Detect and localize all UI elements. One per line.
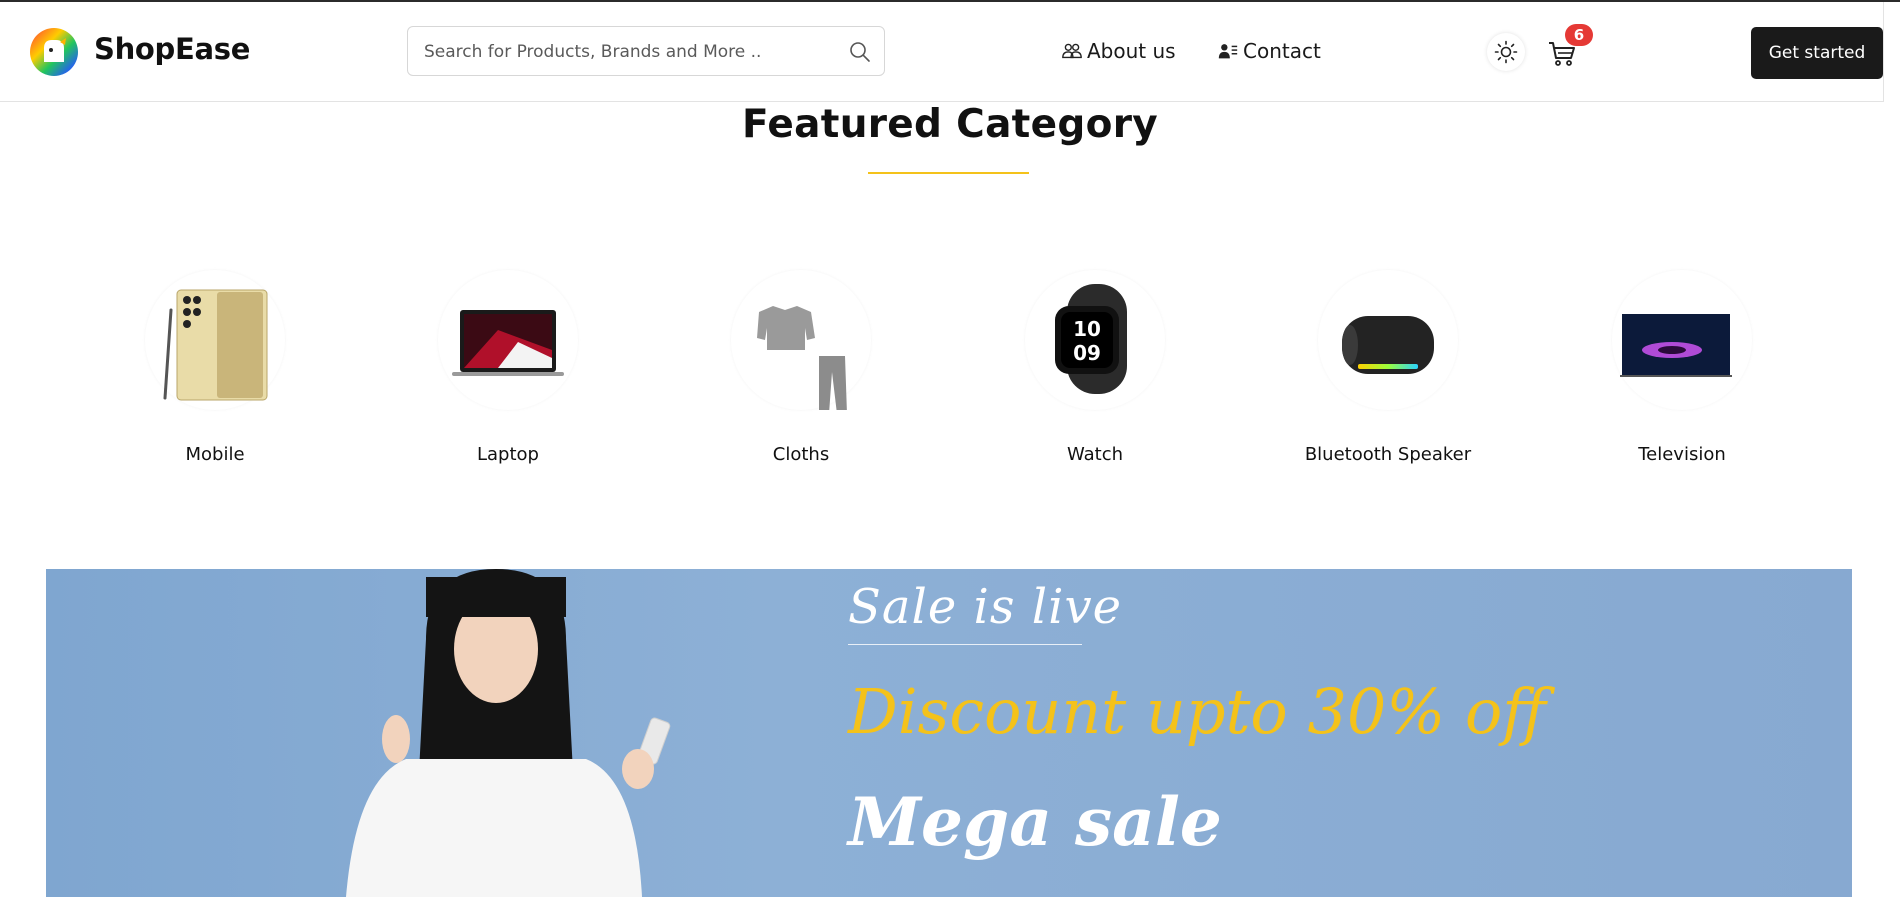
category-image: 10 09	[1025, 270, 1165, 410]
category-television[interactable]: Television	[1582, 270, 1782, 465]
category-image	[1318, 270, 1458, 410]
get-started-button[interactable]: Get started	[1751, 27, 1883, 79]
category-image	[731, 270, 871, 410]
title-underline	[868, 172, 1029, 174]
category-label: Television	[1638, 444, 1726, 465]
banner-model-image	[346, 569, 671, 897]
banner-text-underline	[848, 644, 1082, 645]
section-title: Featured Category	[742, 102, 1158, 147]
cart-count-badge: 6	[1565, 24, 1593, 46]
clothes-icon	[757, 306, 847, 410]
shopease-logo[interactable]	[30, 28, 78, 76]
category-image	[1612, 270, 1752, 410]
smartwatch-icon: 10 09	[1055, 284, 1127, 394]
search-input[interactable]	[422, 37, 826, 67]
smartphone-icon	[163, 289, 268, 401]
category-bluetooth-speaker[interactable]: Bluetooth Speaker	[1288, 270, 1488, 465]
television-icon	[1620, 314, 1732, 377]
promo-banner[interactable]: Sale is live Discount upto 30% off Mega …	[46, 569, 1852, 897]
banner-discount-text: Discount upto 30% off	[848, 675, 1547, 748]
category-watch[interactable]: 10 09 Watch	[995, 270, 1195, 465]
svg-text:09: 09	[1073, 341, 1101, 365]
nav-contact-label: Contact	[1243, 39, 1321, 63]
theme-toggle-button[interactable]	[1487, 33, 1525, 71]
category-mobile[interactable]: Mobile	[115, 270, 315, 465]
category-label: Cloths	[772, 444, 830, 465]
laptop-icon	[452, 310, 564, 376]
search-box[interactable]	[407, 26, 885, 76]
category-label: Mobile	[185, 444, 245, 465]
sun-icon	[1494, 40, 1518, 64]
nav-about-us[interactable]: About us	[1061, 39, 1176, 63]
svg-text:10: 10	[1073, 317, 1101, 341]
nav-contact[interactable]: Contact	[1217, 39, 1321, 63]
contact-card-icon	[1218, 44, 1238, 59]
category-image	[438, 270, 578, 410]
nav-about-label: About us	[1087, 39, 1176, 63]
brand-name[interactable]: ShopEase	[94, 32, 250, 66]
category-label: Laptop	[477, 444, 539, 465]
category-label: Watch	[1066, 444, 1124, 465]
search-icon[interactable]	[848, 40, 872, 64]
category-label: Bluetooth Speaker	[1304, 444, 1472, 465]
speaker-icon	[1342, 316, 1434, 374]
category-laptop[interactable]: Laptop	[408, 270, 608, 465]
users-icon	[1062, 43, 1082, 59]
site-header: ShopEase About us Contact	[0, 2, 1884, 102]
banner-mega-sale: Mega sale	[848, 783, 1222, 861]
banner-sale-is-live: Sale is live	[848, 579, 1122, 635]
category-image	[145, 270, 285, 410]
category-cloths[interactable]: Cloths	[701, 270, 901, 465]
